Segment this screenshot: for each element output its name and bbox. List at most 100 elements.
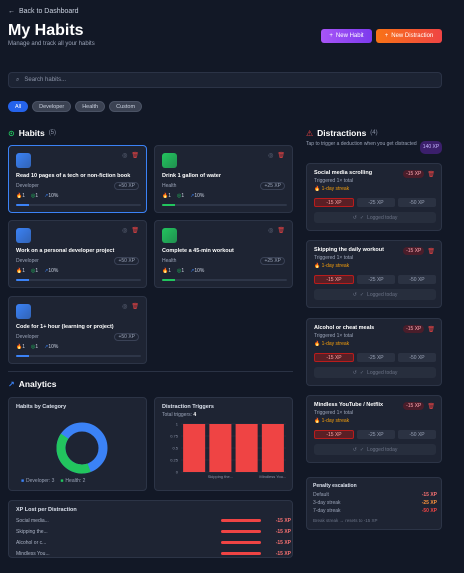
complete-icon[interactable]: ◎	[268, 227, 273, 234]
xp-lost-row: Skipping the... -15 XP	[16, 526, 291, 537]
trash-icon[interactable]: 🗑	[427, 171, 435, 178]
trash-icon[interactable]: 🗑	[427, 403, 435, 410]
penalty-row-value: -25 XP	[421, 500, 437, 506]
logged-today-button[interactable]: ↺ ✓ Logged today	[314, 212, 436, 223]
new-habit-button[interactable]: + New Habit	[321, 29, 372, 43]
xp-lost-value: -15 XP	[275, 528, 291, 535]
distraction-streak: 🔥 1-day streak	[314, 263, 349, 269]
y-tick-label: 0	[176, 470, 179, 475]
trigger-bar[interactable]	[209, 424, 232, 472]
distractions-count: (4)	[370, 130, 378, 136]
complete-icon[interactable]: ◎	[122, 152, 127, 159]
filter-developer[interactable]: Developer	[32, 101, 72, 112]
xp-lost-label: Mindless You...	[16, 550, 50, 557]
penalty-row: 7-day streak -50 XP	[313, 508, 437, 516]
trash-icon[interactable]: 🗑	[277, 152, 285, 159]
penalty-options: -15 XP -25 XP -50 XP	[314, 275, 436, 284]
penalty-escalation-panel: Penalty escalation Default -15 XP 3-day …	[306, 477, 442, 530]
habit-card[interactable]: ◎ 🗑 Read 10 pages of a tech or non-ficti…	[8, 145, 147, 213]
distraction-triggered: Triggered 1× total	[314, 410, 354, 416]
search-input[interactable]: ⌕ Search habits...	[8, 72, 442, 88]
habit-progress-fill	[162, 204, 175, 206]
distractions-title: Distractions	[317, 128, 367, 138]
habit-card-actions: ◎ 🗑	[268, 227, 285, 234]
category-donut-chart	[56, 422, 108, 474]
penalty-option[interactable]: -50 XP	[398, 275, 436, 284]
penalty-option[interactable]: -50 XP	[398, 198, 436, 207]
penalty-option[interactable]: -50 XP	[398, 353, 436, 362]
penalty-option[interactable]: -25 XP	[357, 198, 395, 207]
distraction-card[interactable]: Skipping the daily workout Triggered 1× …	[306, 240, 442, 308]
pct-stat: ↗10%	[44, 268, 58, 274]
distraction-card[interactable]: Mindless YouTube / Netflix Triggered 1× …	[306, 395, 442, 463]
habit-card[interactable]: ◎ 🗑 Work on a personal developer project…	[8, 220, 147, 288]
new-distraction-button[interactable]: + New Distraction	[376, 29, 442, 43]
distraction-card[interactable]: Social media scrolling Triggered 1× tota…	[306, 163, 442, 231]
y-tick-label: 1	[176, 422, 179, 427]
trash-icon[interactable]: 🗑	[427, 248, 435, 255]
logged-today-button[interactable]: ↺ ✓ Logged today	[314, 367, 436, 378]
penalty-option[interactable]: -25 XP	[357, 275, 395, 284]
distraction-header-right: -15 XP 🗑	[403, 325, 435, 333]
penalty-option[interactable]: -15 XP	[314, 275, 354, 284]
distractions-hint: Tap to trigger a deduction when you get …	[306, 141, 417, 147]
streak-stat: 🔥1	[162, 193, 171, 199]
triggers-total-label: Total triggers:	[162, 412, 193, 418]
distraction-title: Social media scrolling	[314, 170, 373, 176]
streak-value: 1	[22, 268, 26, 274]
distraction-triggered: Triggered 1× total	[314, 333, 354, 339]
habit-progress-fill	[16, 355, 29, 357]
habit-progress-bar	[16, 279, 141, 281]
habit-card[interactable]: ◎ 🗑 Drink 1 gallon of water Health +25 X…	[154, 145, 293, 213]
done-value: 1	[35, 193, 39, 199]
penalty-option[interactable]: -15 XP	[314, 430, 354, 439]
habit-title: Complete a 45-min workout	[162, 248, 234, 254]
penalty-option[interactable]: -15 XP	[314, 198, 354, 207]
logged-today-button[interactable]: ↺ ✓ Logged today	[314, 444, 436, 455]
trash-icon[interactable]: 🗑	[131, 152, 139, 159]
trigger-bar[interactable]	[261, 424, 284, 472]
penalty-option[interactable]: -25 XP	[357, 353, 395, 362]
xp-lost-bar	[76, 530, 261, 533]
complete-icon[interactable]: ◎	[122, 227, 127, 234]
distraction-card[interactable]: Alcohol or cheat meals Triggered 1× tota…	[306, 318, 442, 386]
pct-stat: ↗10%	[44, 193, 58, 199]
penalty-row: 3-day streak -25 XP	[313, 500, 437, 508]
triggers-total-value: 4	[193, 412, 197, 418]
habit-icon	[16, 304, 31, 319]
new-habit-label: New Habit	[335, 33, 364, 39]
penalty-option[interactable]: -50 XP	[398, 430, 436, 439]
trash-icon[interactable]: 🗑	[427, 326, 435, 333]
habit-icon	[162, 228, 177, 243]
habit-card-actions: ◎ 🗑	[122, 303, 139, 310]
logged-today-button[interactable]: ↺ ✓ Logged today	[314, 289, 436, 300]
trigger-bar[interactable]	[235, 424, 258, 472]
distraction-title: Skipping the daily workout	[314, 247, 384, 253]
done-stat: ◎1	[31, 193, 38, 199]
back-link[interactable]: ← Back to Dashboard	[8, 8, 79, 15]
filter-all[interactable]: All	[8, 101, 29, 112]
trash-icon[interactable]: 🗑	[131, 303, 139, 310]
penalty-option[interactable]: -25 XP	[357, 430, 395, 439]
logged-label: Logged today	[367, 369, 398, 376]
trash-icon[interactable]: 🗑	[131, 227, 139, 234]
legend-developer-label: Developer: 3	[26, 478, 55, 484]
habit-card[interactable]: ◎ 🗑 Complete a 45-min workout Health +25…	[154, 220, 293, 288]
back-label: Back to Dashboard	[19, 8, 79, 15]
penalty-option[interactable]: -15 XP	[314, 353, 354, 362]
complete-icon[interactable]: ◎	[122, 303, 127, 310]
complete-icon[interactable]: ◎	[268, 152, 273, 159]
flame-icon: 🔥	[314, 341, 321, 347]
penalty-row-label: 7-day streak	[313, 508, 341, 514]
trigger-bar[interactable]	[183, 424, 206, 472]
triggers-total: Total triggers: 4	[162, 412, 196, 418]
filter-custom[interactable]: Custom	[109, 101, 143, 112]
distraction-streak: 🔥 1-day streak	[314, 186, 349, 192]
habit-progress-fill	[16, 279, 29, 281]
trash-icon[interactable]: 🗑	[277, 227, 285, 234]
habits-by-category-panel: Habits by Category ■ Developer: 3 ■ Heal…	[8, 397, 147, 491]
filter-health[interactable]: Health	[75, 101, 106, 112]
habit-card[interactable]: ◎ 🗑 Code for 1+ hour (learning or projec…	[8, 296, 147, 364]
distraction-title: Alcohol or cheat meals	[314, 325, 375, 331]
done-stat: ◎1	[31, 268, 38, 274]
